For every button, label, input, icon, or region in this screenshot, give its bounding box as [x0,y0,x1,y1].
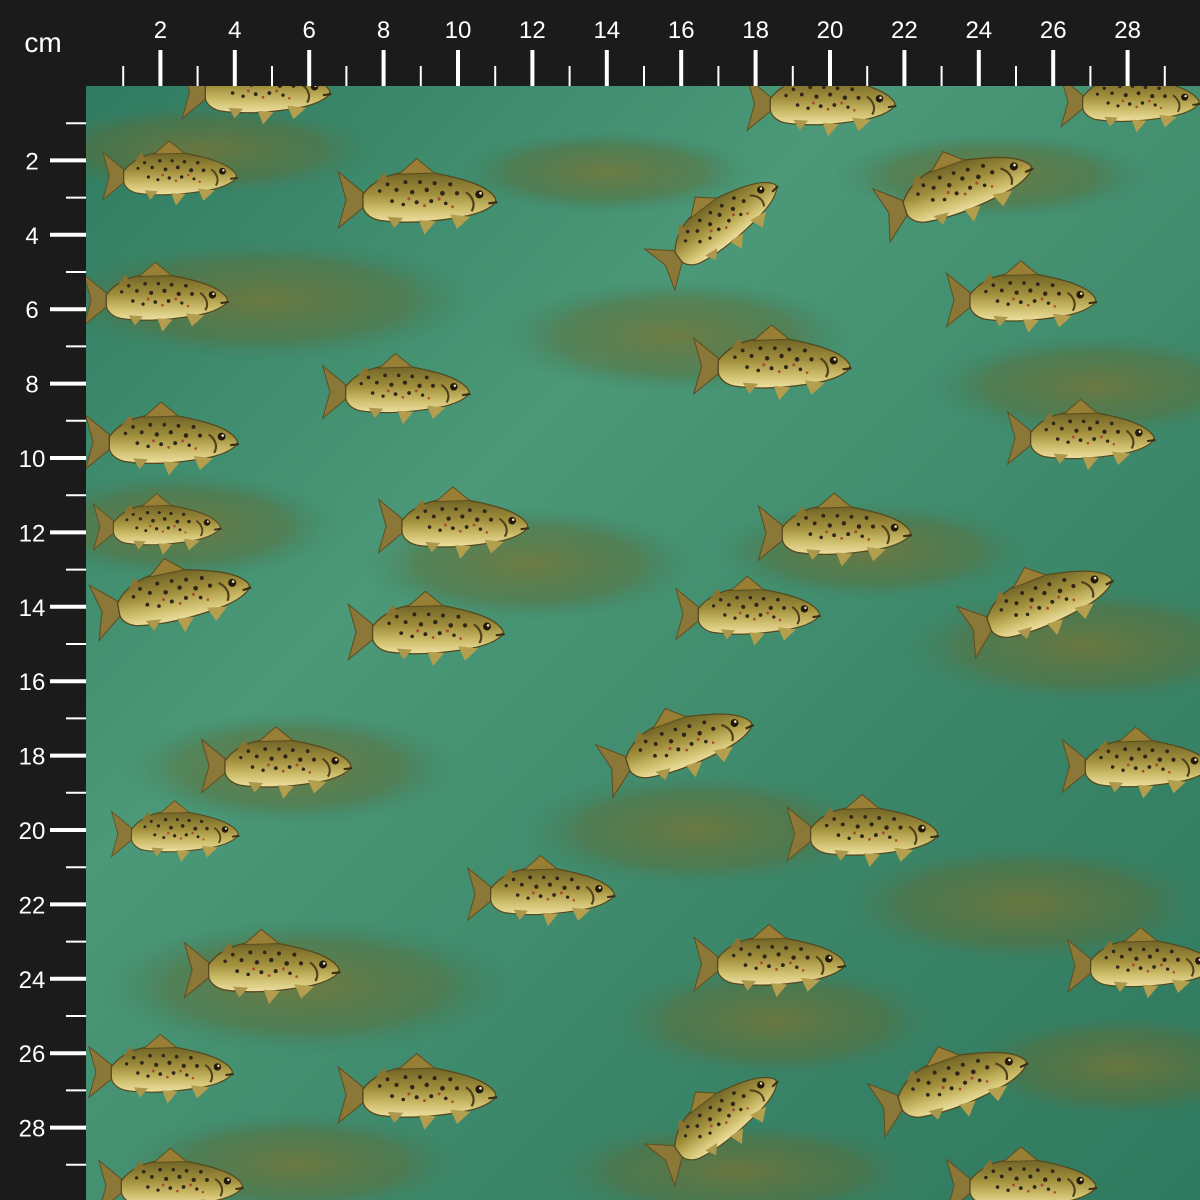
top-ruler-label: 26 [1040,17,1067,44]
top-ruler-label: 28 [1114,17,1141,44]
top-ruler-label: 24 [965,17,992,44]
left-ruler: 2 4 6 8 10 12 14 16 18 20 22 24 26 28 [0,86,86,1200]
left-ruler-svg: 246810121416182022242628 [19,122,86,1166]
top-ruler-label: 6 [303,17,316,44]
left-ruler-label: 18 [19,744,46,771]
top-ruler-label: 20 [817,17,844,44]
fabric-pattern [86,86,1200,1200]
top-ruler-label: 22 [891,17,918,44]
left-ruler-label: 12 [19,520,46,547]
left-ruler-label: 8 [25,372,38,399]
top-ruler-label: 8 [377,17,390,44]
left-ruler-label: 24 [19,967,46,994]
top-ruler-label: 16 [668,17,695,44]
top-ruler-label: 2 [154,17,167,44]
left-ruler-label: 4 [25,223,38,250]
left-ruler-label: 14 [19,595,46,622]
left-ruler-label: 16 [19,669,46,696]
left-ruler-label: 6 [25,297,38,324]
top-ruler-label: 10 [445,17,472,44]
left-ruler-label: 26 [19,1041,46,1068]
top-ruler-label: 18 [742,17,769,44]
top-ruler-label: 4 [228,17,241,44]
left-ruler-label: 28 [19,1116,46,1143]
top-ruler-svg: 2 4 6 8 10 12 14 16 18 20 22 24 26 28 [122,17,1166,86]
fabric-svg [86,86,1200,1200]
top-ruler: 2 4 6 8 10 12 14 16 18 20 22 24 26 28 [86,0,1200,86]
left-ruler-label: 2 [25,148,38,175]
left-ruler-label: 22 [19,892,46,919]
unit-label: cm [0,0,86,86]
left-ruler-label: 20 [19,818,46,845]
top-ruler-label: 14 [593,17,620,44]
left-ruler-label: 10 [19,446,46,473]
top-ruler-label: 12 [519,17,546,44]
